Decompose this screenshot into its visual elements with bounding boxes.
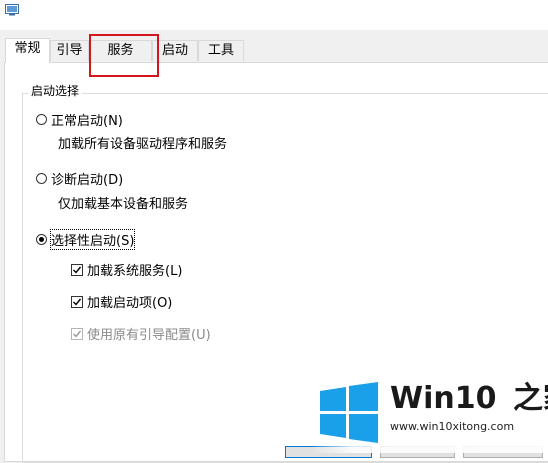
checkmark-icon xyxy=(73,266,82,274)
normal-startup-radio[interactable] xyxy=(36,114,47,125)
watermark-url: www.win10xitong.com xyxy=(390,420,515,433)
load-startup-items-checkbox[interactable] xyxy=(71,295,83,308)
load-system-services-checkbox[interactable] xyxy=(71,263,83,276)
load-startup-items-option[interactable]: 加载启动项(O) xyxy=(71,292,172,311)
selective-startup-label: 选择性启动(S) xyxy=(49,229,136,250)
normal-startup-desc: 加载所有设备驱动程序和服务 xyxy=(58,137,228,152)
checkmark-icon xyxy=(73,298,82,306)
tab-boot[interactable]: 引导 xyxy=(50,40,89,61)
diagnostic-startup-option[interactable]: 诊断启动(D) xyxy=(36,169,123,188)
windows-logo-icon xyxy=(320,382,378,443)
tab-tools[interactable]: 工具 xyxy=(198,40,244,61)
tab-strip: 常规 引导 服务 启动 工具 xyxy=(0,0,548,63)
use-original-boot-config-label: 使用原有引导配置(U) xyxy=(87,328,211,343)
diagnostic-startup-radio[interactable] xyxy=(36,173,47,184)
checkmark-icon xyxy=(73,330,82,338)
load-system-services-label: 加载系统服务(L) xyxy=(87,264,183,279)
selective-startup-option[interactable]: 选择性启动(S) xyxy=(36,229,136,250)
use-original-boot-config-checkbox xyxy=(71,327,83,340)
load-system-services-option[interactable]: 加载系统服务(L) xyxy=(71,260,182,279)
use-original-boot-config-option: 使用原有引导配置(U) xyxy=(71,324,211,343)
diagnostic-startup-desc: 仅加载基本设备和服务 xyxy=(58,197,189,212)
normal-startup-option[interactable]: 正常启动(N) xyxy=(36,110,123,129)
watermark-title-prefix: Win10 xyxy=(390,381,497,416)
watermark: Win10 之家 www.win10xitong.com xyxy=(310,378,548,453)
watermark-title: Win10 之家 xyxy=(390,382,548,416)
diagnostic-startup-label: 诊断启动(D) xyxy=(51,173,124,188)
selective-startup-radio[interactable] xyxy=(36,234,47,245)
watermark-title-suffix: 之家 xyxy=(512,381,548,416)
highlight-annotation xyxy=(89,34,159,77)
tab-general[interactable]: 常规 xyxy=(5,38,50,63)
normal-startup-label: 正常启动(N) xyxy=(51,114,123,129)
load-startup-items-label: 加载启动项(O) xyxy=(87,296,173,311)
startup-selection-title: 启动选择 xyxy=(28,82,83,99)
